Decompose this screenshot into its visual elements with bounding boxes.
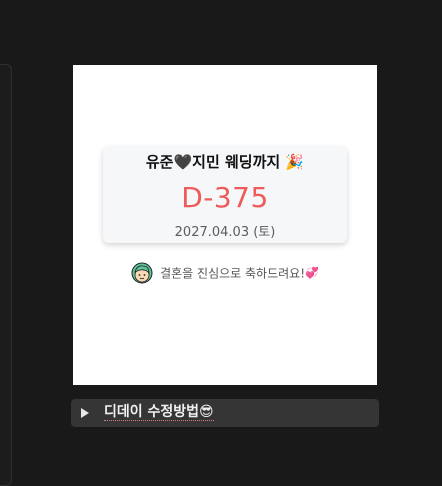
dday-embed: 유준🖤지민 웨딩까지 🎉 D-375 2027.04.03 (토) 결혼을 진심… <box>73 65 377 385</box>
party-popper-icon: 🎉 <box>285 153 305 171</box>
dday-title: 유준🖤지민 웨딩까지 🎉 <box>103 151 347 172</box>
heart-icon: 💞 <box>305 266 319 280</box>
side-panel-edge <box>0 64 12 486</box>
avatar-icon <box>131 262 153 284</box>
toggle-block[interactable]: 디데이 수정방법😎 <box>71 399 379 427</box>
dday-card: 유준🖤지민 웨딩까지 🎉 D-375 2027.04.03 (토) <box>103 147 347 243</box>
triangle-right-icon[interactable] <box>81 408 89 418</box>
congrats-message: 결혼을 진심으로 축하드려요!💞 <box>73 262 377 284</box>
dday-count: D-375 <box>181 181 269 214</box>
congrats-text: 결혼을 진심으로 축하드려요! <box>160 266 306 281</box>
toggle-label[interactable]: 디데이 수정방법😎 <box>104 404 214 421</box>
dday-title-text: 유준🖤지민 웨딩까지 <box>145 153 281 171</box>
dday-date: 2027.04.03 (토) <box>174 225 276 240</box>
